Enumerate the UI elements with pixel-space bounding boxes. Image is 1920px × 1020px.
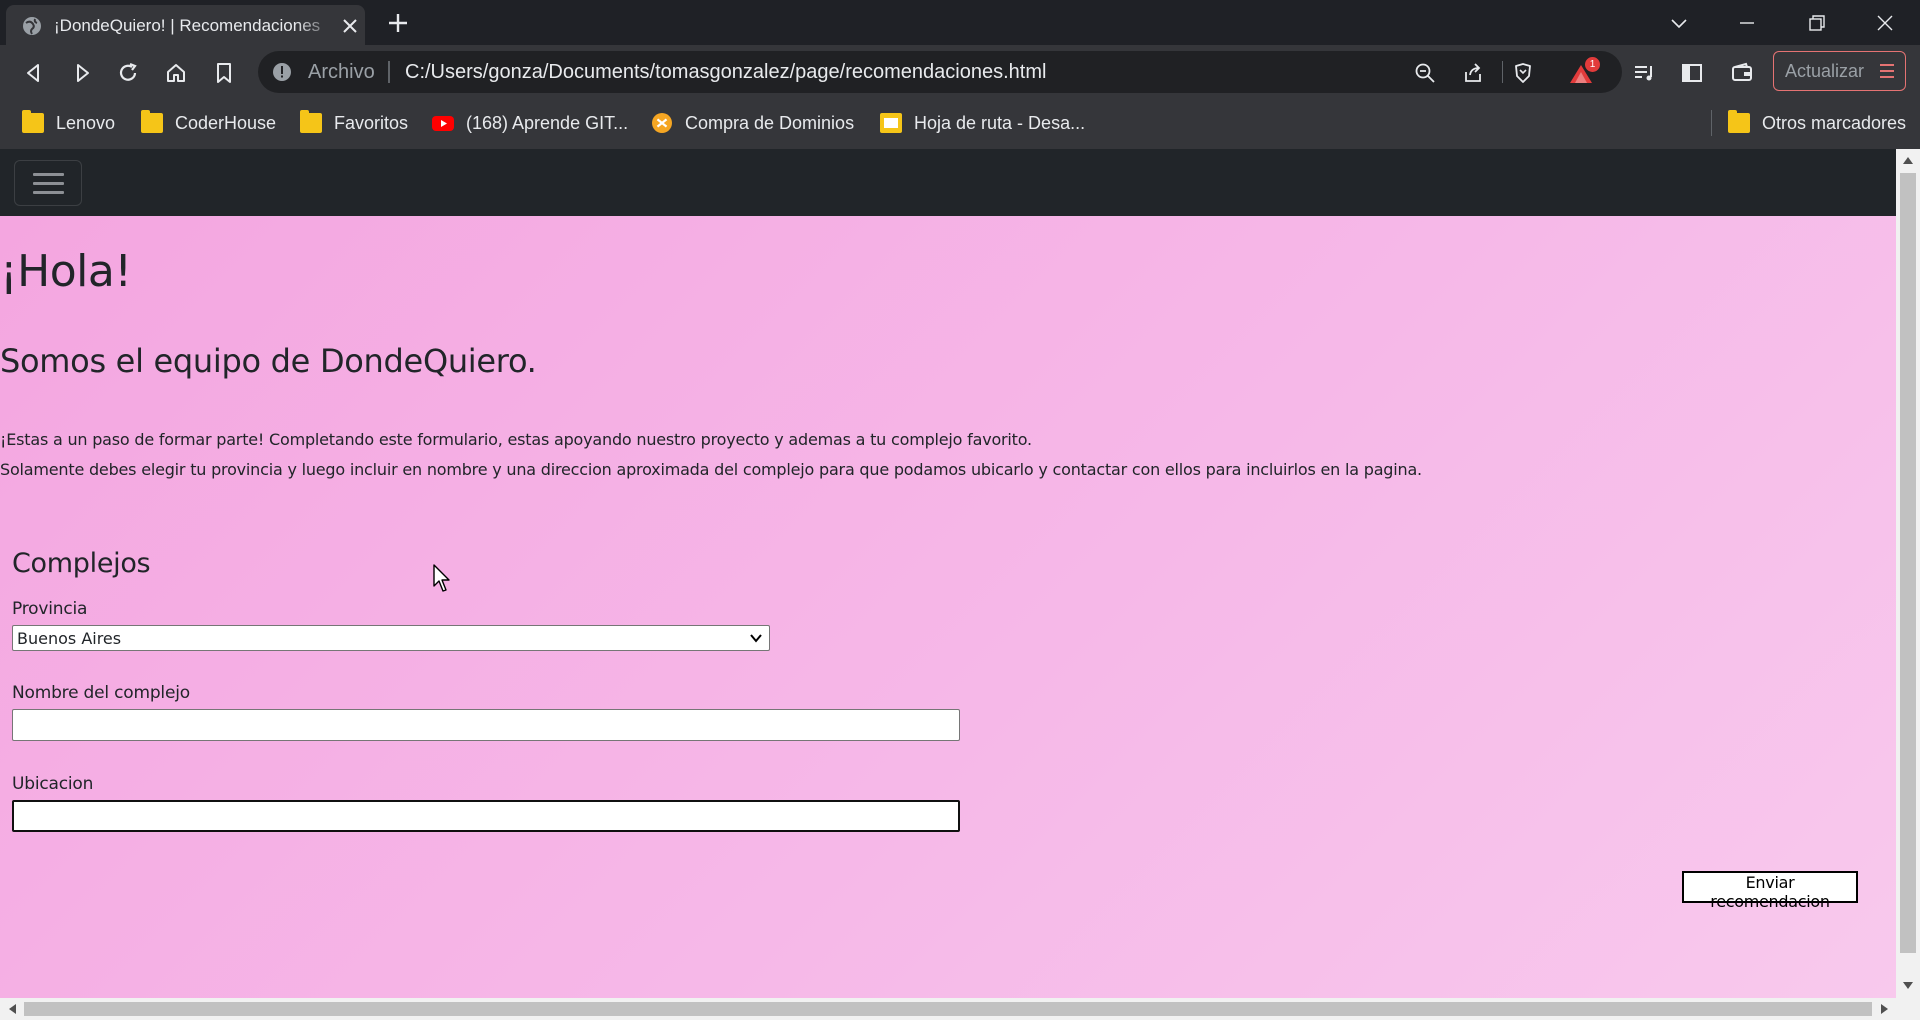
forward-icon[interactable]	[70, 61, 94, 85]
scroll-up-icon[interactable]	[1902, 155, 1914, 165]
page-icon	[880, 113, 902, 133]
intro-line: ¡Estas a un paso de formar parte! Comple…	[0, 430, 1032, 449]
youtube-icon	[432, 116, 454, 131]
globe-icon	[23, 17, 41, 35]
folder-icon	[300, 110, 322, 133]
form-title: Complejos	[12, 548, 151, 579]
location-label: Ubicacion	[12, 774, 94, 794]
page-viewport: ¡Hola! Somos el equipo de DondeQuiero. ¡…	[0, 149, 1896, 998]
playlist-icon[interactable]	[1632, 61, 1656, 85]
chevron-down-icon	[750, 634, 762, 643]
bookmark-favoritos[interactable]: Favoritos	[300, 110, 408, 136]
update-button-label: Actualizar	[1785, 61, 1865, 81]
share-icon[interactable]	[1462, 62, 1484, 84]
scroll-right-icon[interactable]	[1880, 1003, 1890, 1015]
page-heading: ¡Hola!	[0, 246, 132, 297]
bookmark-label: Favoritos	[334, 112, 409, 133]
complex-name-label: Nombre del complejo	[12, 683, 190, 703]
address-bar[interactable]: Archivo C:/Users/gonza/Documents/tomasgo…	[258, 51, 1622, 93]
wallet-icon[interactable]	[1730, 61, 1754, 85]
horizontal-scroll-thumb[interactable]	[24, 1002, 1872, 1016]
submit-recommendation-button[interactable]: Enviar recomendacion	[1682, 871, 1858, 911]
bookmark-lenovo[interactable]: Lenovo	[22, 110, 115, 136]
menu-icon	[1880, 64, 1894, 78]
bookmark-label: (168) Aprende GIT...	[466, 112, 629, 133]
complex-name-input[interactable]	[12, 709, 960, 741]
province-selected-value: Buenos Aires	[17, 629, 122, 648]
browser-toolbar: Archivo C:/Users/gonza/Documents/tomasgo…	[0, 45, 1920, 100]
info-icon[interactable]	[272, 62, 292, 82]
bookmarks-bar: Lenovo CoderHouse Favoritos (168) Aprend…	[0, 100, 1920, 149]
page-subheading: Somos el equipo de DondeQuiero.	[0, 342, 537, 380]
bookmark-label: CoderHouse	[175, 112, 277, 133]
brave-shields-icon[interactable]	[1512, 62, 1534, 84]
zoom-icon[interactable]	[1414, 62, 1436, 84]
rewards-button[interactable]: 1	[1568, 57, 1600, 87]
home-icon[interactable]	[164, 61, 188, 85]
tab-strip: ¡DondeQuiero! | Recomendaciones	[0, 0, 1920, 45]
province-select[interactable]: Buenos Aires	[12, 625, 770, 651]
intro-text: ¡Estas a un paso de formar parte! Comple…	[0, 425, 1422, 485]
bookmark-label: Lenovo	[56, 112, 116, 133]
province-label: Provincia	[12, 599, 88, 619]
browser-tab[interactable]: ¡DondeQuiero! | Recomendaciones	[6, 5, 365, 45]
site-navbar	[0, 149, 1896, 216]
update-browser-button[interactable]: Actualizar	[1773, 51, 1906, 91]
scheme-label: Archivo	[308, 61, 375, 83]
bookmark-coderhouse[interactable]: CoderHouse	[141, 110, 276, 136]
url-text[interactable]: C:/Users/gonza/Documents/tomasgonzalez/p…	[405, 61, 1046, 84]
scroll-left-icon[interactable]	[7, 1003, 17, 1015]
reload-icon[interactable]	[116, 61, 140, 85]
bookmark-icon[interactable]	[212, 61, 236, 85]
rewards-badge: 1	[1585, 57, 1600, 72]
restore-icon[interactable]	[1806, 12, 1828, 34]
back-icon[interactable]	[22, 61, 46, 85]
scroll-down-icon[interactable]	[1902, 981, 1914, 991]
site-icon	[652, 113, 672, 133]
bookmark-aprende-git[interactable]: (168) Aprende GIT...	[432, 110, 628, 136]
close-window-icon[interactable]	[1874, 12, 1896, 34]
sidebar-icon[interactable]	[1680, 61, 1704, 85]
vertical-scroll-thumb[interactable]	[1900, 173, 1916, 953]
location-input[interactable]	[12, 800, 960, 832]
intro-line: Solamente debes elegir tu provincia y lu…	[0, 460, 1422, 479]
bookmark-label: Otros marcadores	[1762, 112, 1907, 133]
tab-search-chevron-icon[interactable]	[1668, 12, 1690, 34]
minimize-icon[interactable]	[1736, 12, 1758, 34]
horizontal-scrollbar[interactable]	[0, 998, 1920, 1020]
folder-icon	[22, 110, 44, 133]
bookmark-label: Compra de Dominios	[685, 112, 855, 133]
tab-title: ¡DondeQuiero! | Recomendaciones	[54, 16, 321, 35]
new-tab-icon[interactable]	[386, 11, 410, 35]
navbar-toggler-button[interactable]	[14, 160, 82, 206]
bookmark-hoja-de-ruta[interactable]: Hoja de ruta - Desa...	[880, 110, 1085, 136]
main-content: ¡Hola! Somos el equipo de DondeQuiero. ¡…	[0, 216, 1896, 998]
vertical-scrollbar[interactable]	[1896, 149, 1920, 998]
bookmark-compra-dominios[interactable]: Compra de Dominios	[651, 110, 854, 136]
bookmark-label: Hoja de ruta - Desa...	[914, 112, 1086, 133]
folder-icon	[141, 110, 163, 133]
folder-icon	[1728, 110, 1750, 133]
mouse-cursor-icon	[433, 564, 450, 592]
close-tab-icon[interactable]	[341, 17, 359, 35]
bookmark-otros-marcadores[interactable]: Otros marcadores	[1728, 110, 1906, 136]
